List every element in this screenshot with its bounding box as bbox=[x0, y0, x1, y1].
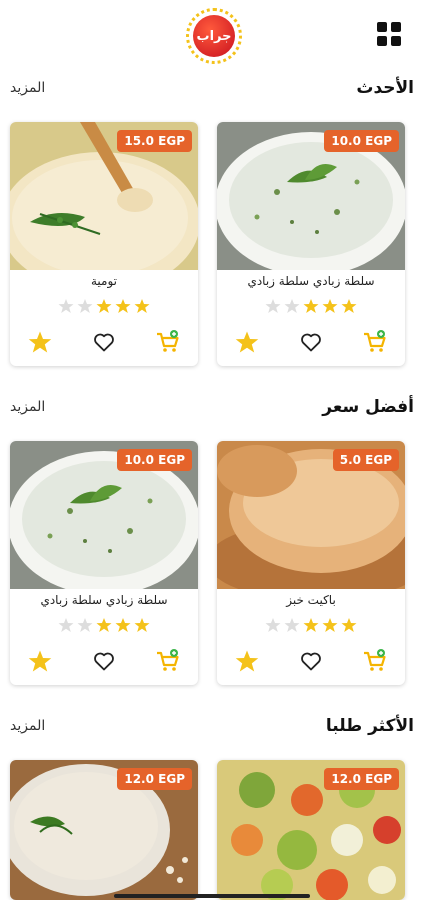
product-name: سلطة زبادي سلطة زبادي bbox=[40, 593, 168, 607]
star-filled-icon bbox=[322, 617, 338, 633]
card-actions bbox=[217, 328, 405, 358]
star-filled-icon bbox=[303, 617, 319, 633]
star-filled-icon bbox=[115, 617, 131, 633]
product-card[interactable]: 15.0 EGP تومية bbox=[10, 122, 198, 366]
rating-stars bbox=[217, 298, 405, 314]
more-link[interactable]: المزيد bbox=[10, 399, 45, 415]
product-card[interactable]: 10.0 EGP سلطة زبادي سلطة زبادي bbox=[10, 441, 198, 685]
star-filled-icon bbox=[341, 617, 357, 633]
top-bar: جراب bbox=[0, 0, 424, 72]
app-logo[interactable]: جراب bbox=[186, 8, 242, 64]
price-badge: 10.0 EGP bbox=[324, 130, 399, 152]
favorite-heart-icon[interactable] bbox=[90, 647, 118, 675]
rating-stars bbox=[217, 617, 405, 633]
favorite-heart-icon[interactable] bbox=[297, 328, 325, 356]
favorite-heart-icon[interactable] bbox=[297, 647, 325, 675]
favorite-heart-icon[interactable] bbox=[90, 328, 118, 356]
section-title: أفضل سعر bbox=[322, 397, 414, 417]
star-filled-icon bbox=[303, 298, 319, 314]
section-best-price-header: أفضل سعر المزيد bbox=[0, 397, 424, 427]
star-filled-icon bbox=[341, 298, 357, 314]
card-actions bbox=[10, 328, 198, 358]
price-badge: 5.0 EGP bbox=[332, 449, 399, 471]
card-actions bbox=[217, 647, 405, 677]
star-empty-icon bbox=[77, 617, 93, 633]
add-to-cart-icon[interactable] bbox=[154, 647, 182, 675]
section-title: الأحدث bbox=[356, 78, 414, 98]
product-name: باكيت خبز bbox=[286, 593, 336, 607]
more-link[interactable]: المزيد bbox=[10, 80, 45, 96]
product-card[interactable]: 10.0 EGP سلطة زبادي سلطة زبادي bbox=[217, 122, 405, 366]
rating-stars bbox=[10, 298, 198, 314]
star-filled-icon bbox=[134, 298, 150, 314]
rating-stars bbox=[10, 617, 198, 633]
add-to-cart-icon[interactable] bbox=[361, 647, 389, 675]
price-badge: 15.0 EGP bbox=[117, 130, 192, 152]
price-badge: 12.0 EGP bbox=[324, 768, 399, 790]
price-badge: 12.0 EGP bbox=[117, 768, 192, 790]
star-empty-icon bbox=[284, 298, 300, 314]
rate-star-icon[interactable] bbox=[233, 647, 261, 675]
rate-star-icon[interactable] bbox=[26, 328, 54, 356]
product-card[interactable]: 12.0 EGP bbox=[217, 760, 405, 900]
star-empty-icon bbox=[284, 617, 300, 633]
star-empty-icon bbox=[58, 617, 74, 633]
section-title: الأكثر طلبا bbox=[325, 716, 414, 736]
star-filled-icon bbox=[134, 617, 150, 633]
section-most-ordered-header: الأكثر طلبا المزيد bbox=[0, 716, 424, 746]
product-card[interactable]: 12.0 EGP bbox=[10, 760, 198, 900]
product-name: سلطة زبادي سلطة زبادي bbox=[247, 274, 375, 288]
star-empty-icon bbox=[77, 298, 93, 314]
home-indicator[interactable] bbox=[114, 894, 310, 898]
logo-badge: جراب bbox=[193, 15, 235, 57]
add-to-cart-icon[interactable] bbox=[154, 328, 182, 356]
star-empty-icon bbox=[265, 617, 281, 633]
star-filled-icon bbox=[96, 617, 112, 633]
grid-menu-icon[interactable] bbox=[375, 20, 403, 48]
logo-text: جراب bbox=[196, 28, 232, 44]
rate-star-icon[interactable] bbox=[26, 647, 54, 675]
star-empty-icon bbox=[58, 298, 74, 314]
price-badge: 10.0 EGP bbox=[117, 449, 192, 471]
more-link[interactable]: المزيد bbox=[10, 718, 45, 734]
card-actions bbox=[10, 647, 198, 677]
star-filled-icon bbox=[322, 298, 338, 314]
star-empty-icon bbox=[265, 298, 281, 314]
product-name: تومية bbox=[90, 274, 118, 288]
star-filled-icon bbox=[115, 298, 131, 314]
section-latest-header: الأحدث المزيد bbox=[0, 78, 424, 108]
star-filled-icon bbox=[96, 298, 112, 314]
product-card[interactable]: 5.0 EGP باكيت خبز bbox=[217, 441, 405, 685]
add-to-cart-icon[interactable] bbox=[361, 328, 389, 356]
rate-star-icon[interactable] bbox=[233, 328, 261, 356]
